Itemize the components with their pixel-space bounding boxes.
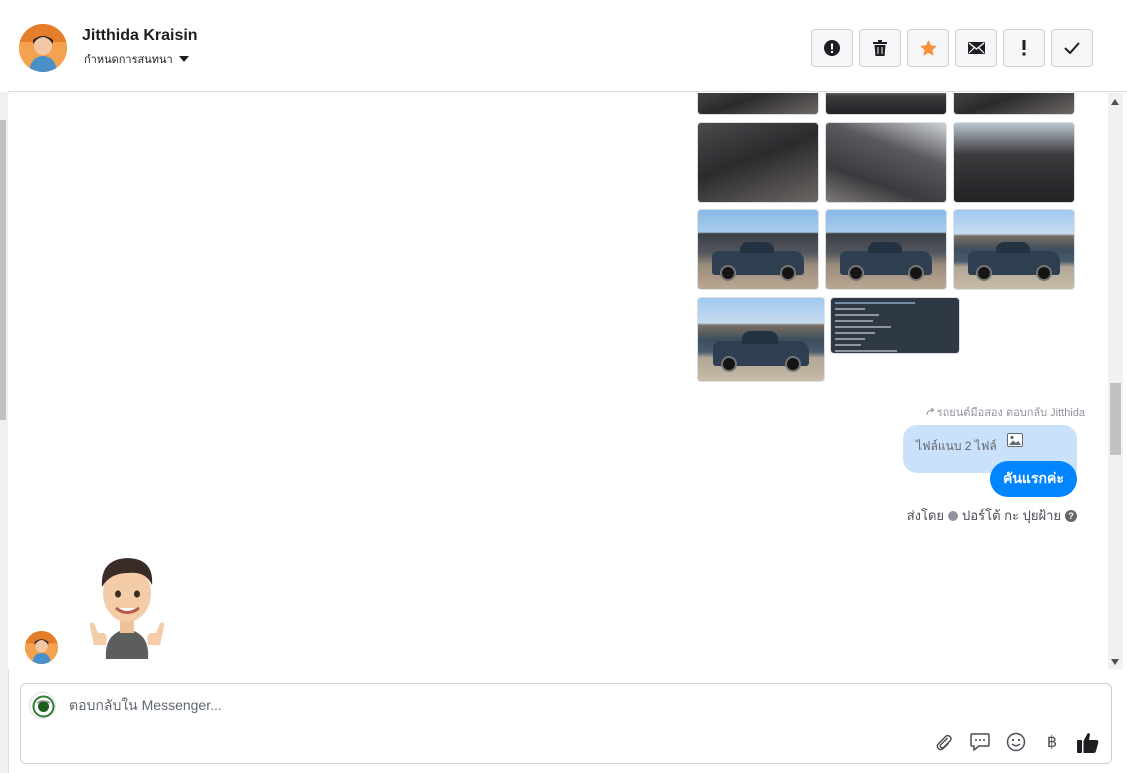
conversation-header: Jitthida Kraisin กำหนดการสนทนา (8, 4, 1127, 92)
speech-bubble-icon (970, 733, 990, 751)
truck-shape (713, 331, 809, 373)
message-bubble[interactable]: คันแรกค่ะ (990, 461, 1077, 497)
paperclip-icon (936, 734, 952, 751)
thumbs-up-avatar-sticker (89, 558, 165, 659)
follow-up-button[interactable] (1003, 29, 1045, 67)
user-avatar[interactable] (19, 24, 67, 72)
sent-by-name[interactable]: ปอร์โต้ กะ ปุยฝ้าย (962, 505, 1061, 526)
attachment-spec-sheet[interactable] (830, 297, 960, 354)
attachment-photo-8[interactable] (825, 209, 947, 290)
thread-scrollbar-thumb[interactable] (1110, 383, 1121, 455)
attachment-photo-7[interactable] (697, 209, 819, 290)
emoji-button[interactable] (1005, 731, 1027, 753)
caret-down-icon (178, 56, 189, 62)
image-icon (1007, 433, 1023, 447)
saved-replies-button[interactable] (969, 731, 991, 753)
verified-check-icon (948, 510, 959, 521)
mark-unread-button[interactable] (955, 29, 997, 67)
mark-done-button[interactable] (1051, 29, 1093, 67)
like-button[interactable] (1077, 731, 1099, 753)
truck-shape (712, 241, 804, 281)
truck-shape (840, 241, 932, 281)
attachment-photo-4[interactable] (697, 122, 819, 203)
message-thread: รถยนต์มือสอง ตอบกลับ Jitthida ไฟล์แนบ 2 … (8, 93, 1108, 669)
baht-icon: ฿ (1046, 734, 1058, 751)
attachment-photo-10[interactable] (697, 297, 825, 382)
attachment-photo-6[interactable] (953, 122, 1075, 203)
forwarded-label: รถยนต์มือสอง ตอบกลับ Jitthida (926, 403, 1085, 421)
sent-by-line: ส่งโดย ปอร์โต้ กะ ปุยฝ้าย ? (907, 505, 1077, 526)
delete-button[interactable] (859, 29, 901, 67)
payment-button[interactable]: ฿ (1041, 731, 1063, 753)
reply-preview-text: ไฟล์แนบ 2 ไฟล์ (916, 439, 997, 453)
attachment-photo-2[interactable] (825, 93, 947, 115)
attachment-photo-9[interactable] (953, 209, 1075, 290)
user-avatar-small[interactable] (25, 631, 58, 664)
attachment-photo-1[interactable] (697, 93, 819, 115)
star-button[interactable] (907, 29, 949, 67)
left-scrollbar[interactable] (0, 92, 8, 773)
trash-icon (873, 40, 887, 56)
reply-input[interactable] (69, 697, 869, 713)
exclamation-icon (1022, 40, 1026, 56)
conversation-settings-label: กำหนดการสนทนา (84, 54, 173, 66)
header-toolbar (811, 29, 1093, 67)
user-name[interactable]: Jitthida Kraisin (82, 27, 198, 45)
composer-actions: ฿ (933, 731, 1099, 753)
conversation-settings-dropdown[interactable]: กำหนดการสนทนา (84, 50, 189, 68)
scroll-down-arrow-icon[interactable] (1111, 659, 1119, 665)
thumbs-up-icon (1077, 732, 1099, 753)
truck-shape (968, 241, 1060, 281)
page-logo-avatar (29, 692, 56, 719)
star-icon (919, 40, 937, 56)
message-composer: ฿ (20, 683, 1112, 764)
envelope-icon (967, 42, 985, 54)
reply-arrow-icon (926, 408, 935, 416)
alert-circle-icon (824, 40, 840, 56)
thread-scrollbar[interactable] (1108, 93, 1123, 669)
checkmark-icon (1064, 42, 1080, 54)
forwarded-text: รถยนต์มือสอง ตอบกลับ Jitthida (936, 407, 1085, 419)
help-icon[interactable]: ? (1065, 509, 1077, 522)
sent-by-prefix: ส่งโดย (906, 508, 945, 523)
scroll-up-arrow-icon[interactable] (1111, 99, 1119, 105)
smiley-icon (1006, 732, 1026, 752)
attachment-photo-5[interactable] (825, 122, 947, 203)
attachment-photo-3[interactable] (953, 93, 1075, 115)
report-spam-button[interactable] (811, 29, 853, 67)
attach-file-button[interactable] (933, 731, 955, 753)
left-scrollbar-thumb[interactable] (0, 120, 6, 420)
